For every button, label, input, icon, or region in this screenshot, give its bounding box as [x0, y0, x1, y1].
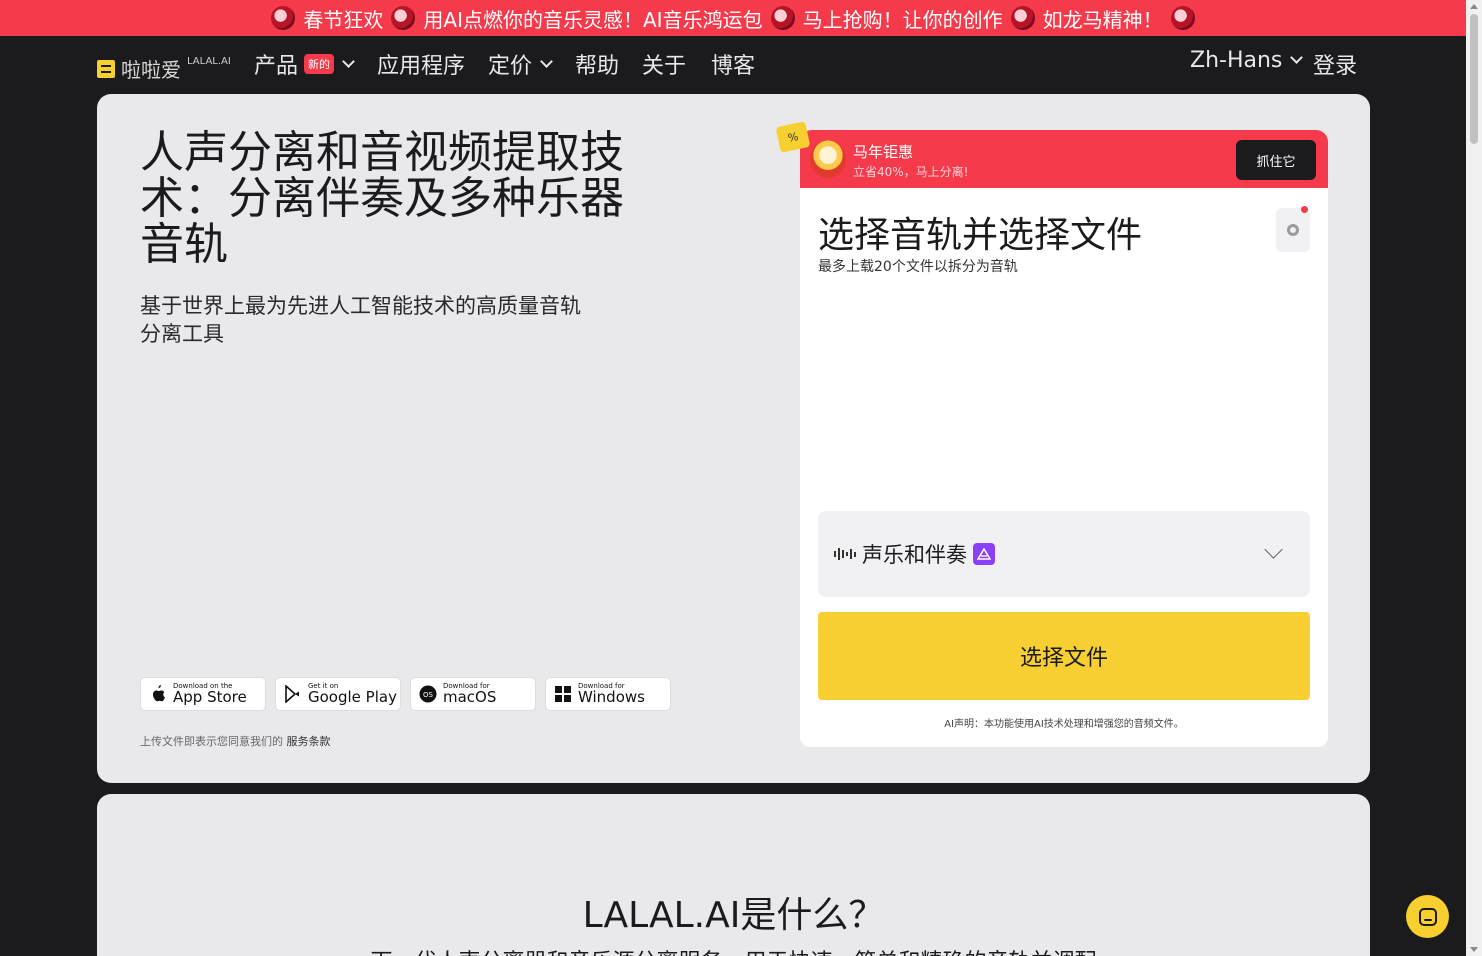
nav-item-blog[interactable]: 博客 [711, 48, 755, 80]
svg-text:OS: OS [423, 691, 434, 699]
terms-notice: 上传文件即表示您同意我们的 服务条款 [140, 733, 331, 749]
nav-item-label: 应用程序 [377, 54, 466, 79]
about-section: LALAL.AI是什么？ 下一代人声分离器和音乐源分离服务，用于快速、简单和精确… [97, 794, 1370, 956]
upload-subtitle: 最多上载20个文件以拆分为音轨 [818, 259, 1018, 275]
promo-text-3: 马上抢购！让你的创作 [802, 7, 1003, 32]
logo-icon [97, 59, 115, 78]
hero-subtitle: 基于世界上最为先进人工智能技术的高质量音轨分离工具 [140, 294, 581, 346]
pro-badge-icon [973, 543, 995, 565]
chat-icon [1418, 907, 1437, 926]
chevron-down-icon [1264, 540, 1283, 559]
store-big-text: Google Play [308, 688, 397, 706]
section-title: LALAL.AI是什么？ [582, 895, 885, 936]
nav-item-about[interactable]: 关于 [642, 48, 686, 80]
scroll-thumb[interactable] [1470, 14, 1478, 144]
store-big-text: macOS [443, 688, 497, 706]
upload-panel: 选择音轨并选择文件 最多上载20个文件以拆分为音轨 声乐和伴奏 选择文件 AI声… [800, 188, 1328, 747]
chevron-down-icon [540, 54, 553, 68]
apple-icon [149, 685, 167, 703]
language-selector[interactable]: Zh-Hans [1190, 48, 1304, 73]
google-play-button[interactable]: Get it on Google Play [275, 677, 401, 711]
hero-card: 人声分离和音视频提取技术：分离伴奏及多种乐器音轨 基于世界上最为先进人工智能技术… [97, 94, 1370, 783]
macos-button[interactable]: OS Download for macOS [410, 677, 536, 711]
record-toggle-icon[interactable] [1276, 206, 1310, 252]
promo-text-1: 春节狂欢 [303, 7, 384, 32]
windows-icon [554, 685, 572, 703]
nav-item-label: 产品 [254, 54, 299, 79]
nav-item-products[interactable]: 产品 新的 [254, 48, 355, 80]
windows-button[interactable]: Download for Windows [545, 677, 671, 711]
horse-icon [391, 6, 416, 30]
scroll-up-icon[interactable] [1470, 4, 1478, 9]
logo-text: 啦啦爱 [121, 58, 181, 82]
grab-offer-button[interactable]: 抓住它 [1236, 140, 1316, 180]
promo-text-2: 用AI点燃你的音乐灵感！AI音乐鸿运包 [423, 7, 763, 32]
nav-item-label: 关于 [642, 54, 687, 79]
horse-icon [810, 140, 846, 178]
terms-link[interactable]: 服务条款 [287, 735, 331, 748]
macos-icon: OS [419, 685, 437, 703]
record-ring [1287, 224, 1299, 236]
chat-button[interactable] [1406, 895, 1449, 938]
store-buttons: Download on the App Store Get it on Goog… [140, 677, 671, 711]
section-subtitle: 下一代人声分离器和音乐源分离服务，用于快速、简单和精确的音轨并调配 [97, 944, 1370, 956]
horse-icon [770, 6, 795, 30]
promo-banner[interactable]: 春节狂欢 用AI点燃你的音乐灵感！AI音乐鸿运包 马上抢购！让你的创作 如龙马精… [0, 0, 1466, 36]
stem-select[interactable]: 声乐和伴奏 [818, 511, 1310, 597]
logo[interactable]: 啦啦爱 LALAL.AI [97, 54, 231, 83]
top-nav: 啦啦爱 LALAL.AI 产品 新的 应用程序 定价 帮助 关于 博客 Zh-H… [0, 36, 1466, 92]
new-badge: 新的 [304, 54, 335, 74]
percent-tag: % [775, 121, 811, 153]
chevron-down-icon [342, 54, 355, 68]
choose-file-button[interactable]: 选择文件 [818, 612, 1310, 700]
horse-icon [1010, 6, 1035, 30]
notification-dot [1301, 206, 1308, 213]
nav-item-label: 博客 [711, 54, 756, 79]
horse-icon [271, 6, 296, 30]
page-title: 人声分离和音视频提取技术：分离伴奏及多种乐器音轨 [140, 127, 624, 270]
promo-text-4: 如龙马精神！ [1042, 7, 1163, 32]
scrollbar[interactable] [1466, 0, 1482, 956]
offer-title: 马年钜惠 [853, 143, 914, 161]
app-store-button[interactable]: Download on the App Store [140, 677, 266, 711]
store-big-text: App Store [173, 688, 247, 706]
offer-subtitle: 立省40%，马上分离! [853, 165, 969, 179]
language-label: Zh-Hans [1190, 48, 1283, 73]
nav-item-label: 定价 [488, 54, 533, 79]
nav-item-apps[interactable]: 应用程序 [377, 48, 465, 80]
chevron-down-icon [1290, 51, 1304, 64]
ai-disclaimer: AI声明：本功能使用AI技术处理和增强您的音频文件。 [944, 719, 1184, 730]
login-link[interactable]: 登录 [1313, 48, 1357, 80]
logo-sup: LALAL.AI [187, 56, 231, 67]
google-play-icon [284, 685, 302, 703]
horse-icon [1170, 6, 1195, 30]
nav-item-label: 帮助 [575, 54, 620, 79]
login-label: 登录 [1313, 54, 1358, 79]
stem-select-label: 声乐和伴奏 [862, 543, 967, 567]
store-big-text: Windows [578, 688, 645, 706]
offer-banner: % 马年钜惠 立省40%，马上分离! 抓住它 [775, 121, 1328, 190]
waveform-icon [834, 546, 856, 562]
nav-item-help[interactable]: 帮助 [575, 48, 619, 80]
terms-prefix: 上传文件即表示您同意我们的 [140, 735, 283, 748]
upload-title: 选择音轨并选择文件 [818, 215, 1143, 256]
nav-item-pricing[interactable]: 定价 [488, 48, 553, 80]
scroll-down-icon[interactable] [1470, 947, 1478, 952]
